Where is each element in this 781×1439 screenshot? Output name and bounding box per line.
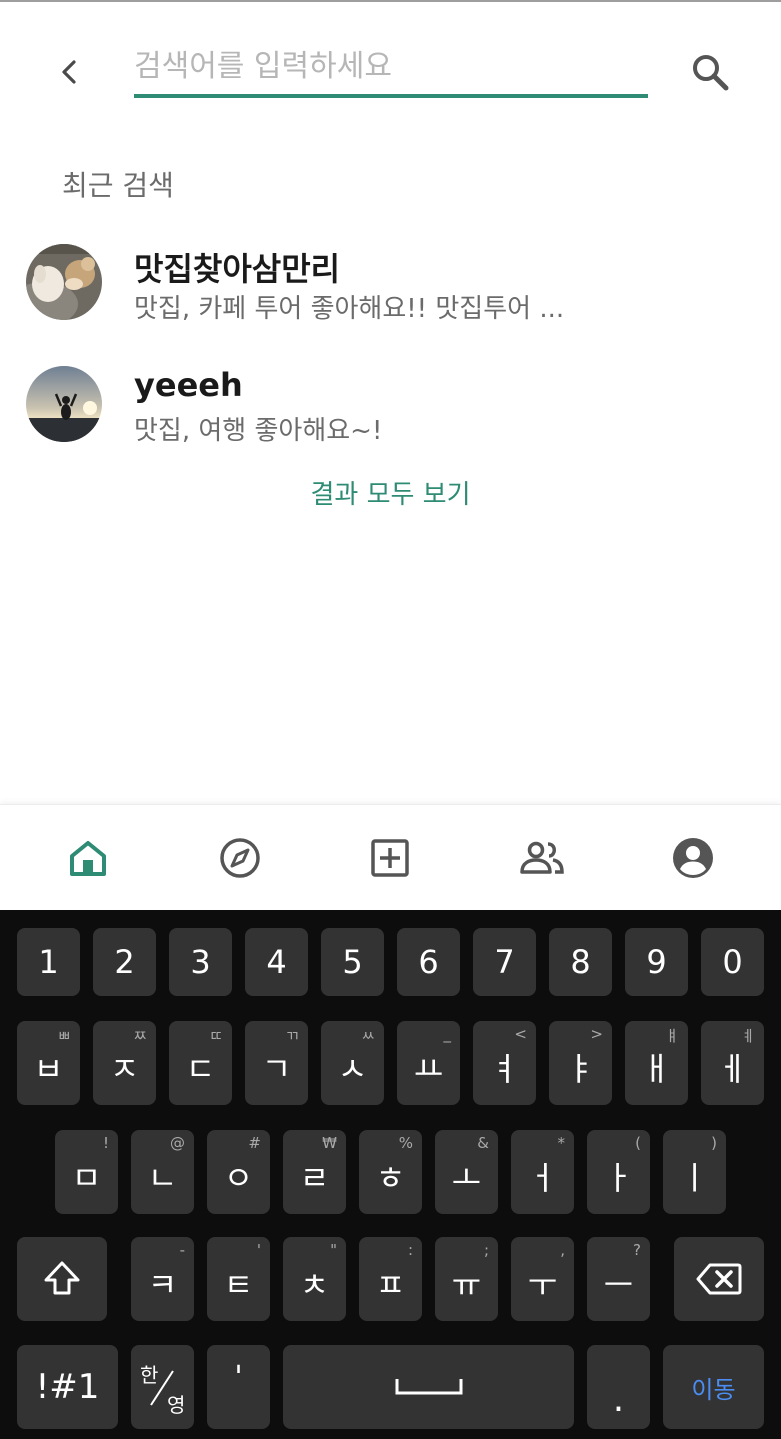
key[interactable]: 9 <box>625 928 688 996</box>
backspace-icon <box>696 1263 742 1295</box>
result-description: 맛집, 카페 투어 좋아해요!! 맛집투어 ... <box>134 294 565 324</box>
period-key[interactable]: . <box>587 1345 650 1429</box>
key[interactable]: ㅖㅔ <box>701 1021 764 1105</box>
add-box-icon <box>371 839 409 877</box>
key[interactable]: 5 <box>321 928 384 996</box>
compass-icon <box>220 838 260 878</box>
shift-icon <box>44 1261 80 1295</box>
key[interactable]: " ㅊ <box>283 1237 346 1321</box>
recent-search-title: 최근 검색 <box>62 169 174 202</box>
avatar <box>26 366 102 442</box>
bottom-nav <box>0 804 781 911</box>
result-name: yeeeh <box>134 366 243 404</box>
search-bar <box>134 40 648 98</box>
go-key[interactable]: 이동 <box>663 1345 764 1429</box>
nav-create[interactable] <box>355 805 425 911</box>
key[interactable]: :ㅍ <box>359 1237 422 1321</box>
space-bar-icon <box>395 1379 462 1395</box>
search-input[interactable] <box>134 40 648 92</box>
back-button[interactable] <box>50 50 90 94</box>
nav-explore[interactable] <box>205 805 275 911</box>
result-name: 맛집찾아삼만리 <box>134 250 341 288</box>
symbols-key[interactable]: !#1 <box>17 1345 118 1429</box>
avatar <box>26 244 102 320</box>
key[interactable]: ,ㅜ <box>511 1237 574 1321</box>
key[interactable]: @ ㄴ <box>131 1130 194 1214</box>
see-all-results-link[interactable]: 결과 모두 보기 <box>0 474 781 511</box>
key[interactable]: # ㅇ <box>207 1130 270 1214</box>
key[interactable]: 4 <box>245 928 308 996</box>
key[interactable]: ) ㅣ <box>663 1130 726 1214</box>
result-description: 맛집, 여행 좋아해요~! <box>134 416 383 446</box>
nav-home[interactable] <box>53 805 123 911</box>
key[interactable]: (ㅏ <box>587 1130 650 1214</box>
virtual-keyboard: 1 2 3 4 5 6 7 8 9 0 ㅃㅂ ㅉㅈ ㄸㄷ ㄲㄱ ㅆㅅ _ ㅛ < ㅕ… <box>0 910 781 1439</box>
key[interactable]: ' ㅌ <box>207 1237 270 1321</box>
key[interactable]: 7 <box>473 928 536 996</box>
search-underline <box>134 94 648 98</box>
key[interactable]: 3 <box>169 928 232 996</box>
apostrophe-key[interactable]: ' <box>207 1345 270 1429</box>
key[interactable]: 1 <box>17 928 80 996</box>
key[interactable]: _ ㅛ <box>397 1021 460 1105</box>
account-icon <box>673 838 713 878</box>
key[interactable]: * ㅓ <box>511 1130 574 1214</box>
list-item[interactable]: 맛집찾아삼만리 맛집, 카페 투어 좋아해요!! 맛집투어 ... <box>26 244 746 324</box>
language-toggle-key[interactable]: 한 영 <box>131 1345 194 1429</box>
status-divider <box>0 0 781 2</box>
key[interactable]: % ㅎ <box>359 1130 422 1214</box>
key[interactable]: 8 <box>549 928 612 996</box>
key[interactable]: ㅆㅅ <box>321 1021 384 1105</box>
space-key[interactable] <box>283 1345 574 1429</box>
key[interactable]: 6 <box>397 928 460 996</box>
key[interactable]: > ㅑ <box>549 1021 612 1105</box>
search-button[interactable] <box>684 48 736 96</box>
key[interactable]: & ㅗ <box>435 1130 498 1214</box>
nav-profile[interactable] <box>658 805 728 911</box>
key[interactable]: ㄸㄷ <box>169 1021 232 1105</box>
key[interactable]: ₩ ㄹ <box>283 1130 346 1214</box>
key[interactable]: ㅃㅂ <box>17 1021 80 1105</box>
key[interactable]: 2 <box>93 928 156 996</box>
nav-people[interactable] <box>507 805 577 911</box>
people-icon <box>520 841 564 874</box>
list-item[interactable]: yeeeh 맛집, 여행 좋아해요~! <box>26 366 746 446</box>
key[interactable]: ? ㅡ <box>587 1237 650 1321</box>
key[interactable]: ㅒㅐ <box>625 1021 688 1105</box>
shift-key[interactable] <box>17 1237 107 1321</box>
key[interactable]: -ㅋ <box>131 1237 194 1321</box>
key[interactable]: ㄲㄱ <box>245 1021 308 1105</box>
backspace-key[interactable] <box>674 1237 764 1321</box>
search-icon <box>693 55 729 91</box>
key[interactable]: 0 <box>701 928 764 996</box>
home-icon <box>70 841 106 876</box>
key[interactable]: ! ㅁ <box>55 1130 118 1214</box>
key[interactable]: ㅉㅈ <box>93 1021 156 1105</box>
key[interactable]: ; ㅠ <box>435 1237 498 1321</box>
chevron-left-icon <box>62 60 76 84</box>
key[interactable]: < ㅕ <box>473 1021 536 1105</box>
